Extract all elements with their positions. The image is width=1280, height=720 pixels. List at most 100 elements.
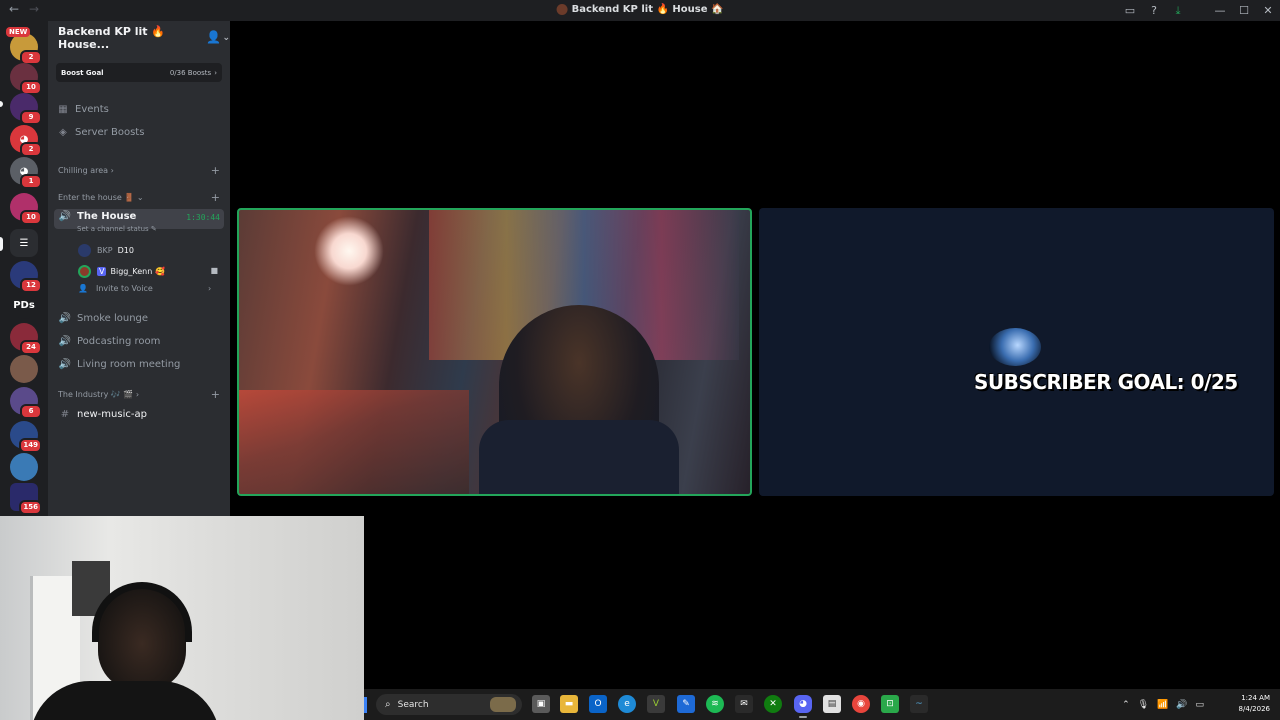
xbox-icon[interactable]: ✕ [764, 695, 782, 713]
voice-channel-label: The House [77, 210, 137, 222]
outlook-icon[interactable]: O [589, 695, 607, 713]
video-tile-screen-share[interactable]: SUBSCRIBER GOAL: 0/25 [759, 208, 1274, 496]
add-channel-icon[interactable]: + [211, 388, 220, 401]
boost-gem-icon: ◈ [59, 126, 67, 138]
back-arrow-icon[interactable]: ← [9, 2, 19, 16]
search-icon: ⌕ [385, 699, 391, 710]
add-channel-icon[interactable]: + [211, 164, 220, 177]
server-name: Backend KP lit 🔥 House... [58, 24, 166, 51]
clock-date: 8/4/2026 [1238, 705, 1270, 713]
desk-area [239, 390, 469, 494]
add-member-icon[interactable]: 👤 [206, 30, 221, 44]
mention-badge: 2 [20, 142, 42, 157]
streamer-shirt [479, 420, 679, 494]
guild-icon[interactable]: PDs [10, 291, 38, 319]
guild-icon[interactable]: 10 [10, 193, 42, 225]
mention-badge: 1 [20, 174, 42, 189]
voice-channel-living[interactable]: 🔊 Living room meeting [58, 354, 181, 374]
app-icon[interactable]: ⊡ [881, 695, 899, 713]
chevron-right-icon: › [208, 284, 212, 293]
voice-channel-label: Smoke lounge [77, 312, 149, 324]
minimize-button[interactable]: — [1208, 4, 1232, 17]
search-placeholder: Search [397, 699, 429, 710]
file-explorer-icon[interactable]: ▬ [560, 695, 578, 713]
stream-app-icon[interactable]: ~ [910, 695, 928, 713]
guild-icon[interactable]: 24 [10, 323, 42, 355]
add-person-icon: 👤 [78, 284, 88, 293]
guild-icon[interactable]: 9 [10, 93, 42, 125]
guild-icon[interactable]: 156 [10, 483, 42, 515]
chevron-down-icon: ⌄ [222, 32, 230, 43]
speaker-icon: 🔊 [58, 312, 72, 324]
hash-icon: # [60, 408, 70, 420]
subscriber-goal-text: SUBSCRIBER GOAL: 0/25 [974, 370, 1238, 394]
webcam-overlay [0, 516, 364, 720]
list-icon: ☰ [19, 237, 29, 249]
avatar [78, 264, 91, 278]
server-header[interactable]: Backend KP lit 🔥 House... ⌄ 👤 [48, 21, 230, 54]
server-avatar-icon [556, 4, 568, 15]
discord-taskbar-icon[interactable]: ◕ [794, 695, 812, 718]
invite-to-voice[interactable]: 👤 Invite to Voice › [78, 284, 211, 293]
guild-icon[interactable]: 6 [10, 387, 42, 419]
guild-icon[interactable] [10, 355, 38, 383]
add-channel-icon[interactable]: + [211, 191, 220, 204]
inbox-icon[interactable]: ▭ [1118, 4, 1142, 17]
pencil-icon: ✎ [150, 225, 157, 233]
close-button[interactable]: ✕ [1256, 4, 1280, 17]
chrome-icon[interactable]: ◉ [852, 695, 870, 713]
guild-icon[interactable]: ◕ 2 [10, 125, 42, 157]
download-icon[interactable]: ⤓ [1166, 4, 1190, 18]
category-enter[interactable]: Enter the house 🚪 ⌄ [58, 193, 144, 202]
guild-icon[interactable]: 10 [10, 63, 42, 95]
new-badge: NEW [6, 27, 31, 37]
voice-channel-podcast[interactable]: 🔊 Podcasting room [58, 331, 161, 351]
calendar-icon: ▦ [58, 103, 68, 115]
chevron-right-icon: › [214, 68, 217, 77]
store-icon[interactable]: ▤ [823, 695, 841, 713]
voice-user[interactable]: BKP D10 [78, 241, 134, 259]
boost-goal-bar[interactable]: Boost Goal 0/36 Boosts › [56, 63, 222, 82]
forward-arrow-icon[interactable]: → [29, 2, 39, 16]
server-boosts-item[interactable]: ◈ Server Boosts [56, 122, 144, 142]
guild-icon[interactable]: ◕ 1 [10, 157, 42, 189]
clock-time: 1:24 AM [1241, 694, 1270, 702]
system-clock[interactable]: 1:24 AM 8/4/2026 [1239, 693, 1270, 715]
stylus-app-icon[interactable]: ✎ [677, 695, 695, 713]
task-view-icon[interactable]: ▣ [532, 695, 550, 713]
category-chilling[interactable]: Chilling area › [58, 166, 114, 175]
selected-pill [0, 237, 3, 251]
events-label: Events [75, 103, 109, 115]
voice-channel-smoke[interactable]: 🔊 Smoke lounge [58, 308, 148, 328]
help-icon[interactable]: ? [1142, 4, 1166, 17]
channel-status-prompt[interactable]: Set a channel status ✎ [77, 225, 157, 233]
spotify-icon[interactable]: ≋ [706, 695, 724, 713]
voice-user[interactable]: V Bigg_Kenn 🥰 [78, 262, 165, 280]
channel-status-label: Set a channel status [77, 225, 149, 233]
taskbar-search[interactable]: ⌕ Search [376, 694, 522, 715]
guild-icon[interactable]: 12 [10, 261, 42, 293]
volume-icon[interactable]: 🔊 [1176, 700, 1187, 710]
title-bar-controls: ▭ ? ⤓ — ☐ ✕ [1118, 0, 1280, 21]
boost-goal-count: 0/36 Boosts [169, 68, 212, 77]
category-industry[interactable]: The Industry 🎶 🎬 › [58, 390, 139, 399]
guild-icon[interactable] [10, 453, 38, 481]
guild-icon[interactable]: ☰ [10, 229, 38, 257]
battery-icon[interactable]: ▭ [1195, 700, 1204, 710]
events-item[interactable]: ▦ Events [56, 99, 109, 119]
speaker-icon: 🔊 [58, 358, 72, 370]
speaker-icon: 🔊 [58, 210, 72, 222]
edge-icon[interactable]: e [618, 695, 636, 713]
window-title-text: Backend KP lit 🔥 House 🏠 [571, 4, 724, 15]
voice-channel-the-house[interactable]: 🔊 The House [58, 206, 137, 226]
vectorworks-icon[interactable]: V [647, 695, 665, 713]
text-channel-music[interactable]: # new-music-ap [58, 404, 147, 424]
guild-icon[interactable]: 149 [10, 421, 42, 453]
microphone-icon[interactable]: 🎙 [1138, 700, 1149, 710]
maximize-button[interactable]: ☐ [1232, 4, 1256, 17]
chevron-up-icon[interactable]: ⌃ [1122, 700, 1130, 710]
video-tile-speaking[interactable] [237, 208, 752, 496]
wifi-icon[interactable]: 📶 [1157, 700, 1168, 710]
mail-icon[interactable]: ✉ [735, 695, 753, 713]
guild-icon[interactable]: NEW 2 [6, 27, 42, 65]
